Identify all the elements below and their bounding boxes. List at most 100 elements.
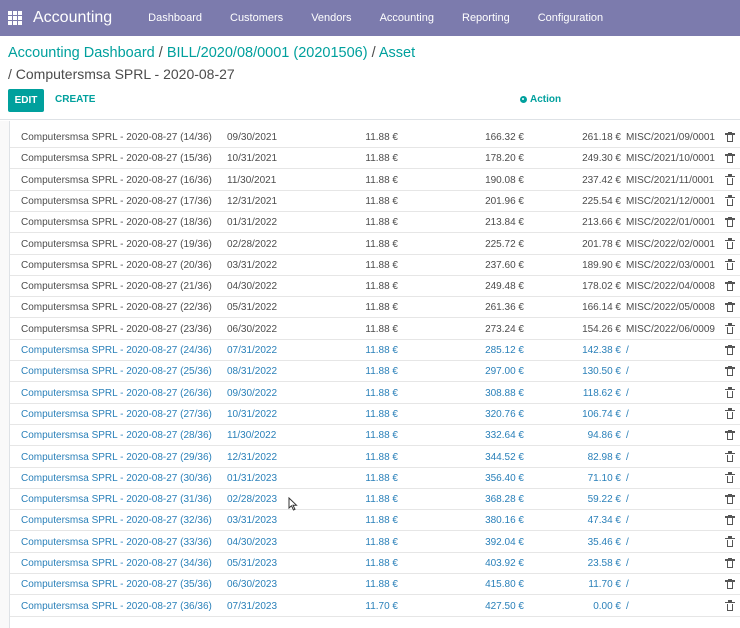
line-name: Computersmsa SPRL - 2020-08-27 (31/36) bbox=[21, 494, 212, 506]
line-journal-entry: / bbox=[626, 387, 629, 399]
table-row[interactable]: Computersmsa SPRL - 2020-08-27 (34/36) 05… bbox=[10, 553, 740, 574]
line-depreciation: 11.88 € bbox=[365, 238, 398, 250]
line-depreciation: 11.88 € bbox=[365, 387, 398, 399]
table-row[interactable]: Computersmsa SPRL - 2020-08-27 (23/36) 06… bbox=[10, 319, 740, 340]
line-name: Computersmsa SPRL - 2020-08-27 (18/36) bbox=[21, 217, 212, 229]
nav-dashboard[interactable]: Dashboard bbox=[134, 0, 216, 36]
table-row[interactable]: Computersmsa SPRL - 2020-08-27 (33/36) 04… bbox=[10, 532, 740, 553]
line-journal-entry: MISC/2022/06/0009 bbox=[626, 323, 715, 335]
trash-icon[interactable] bbox=[725, 472, 735, 483]
trash-icon[interactable] bbox=[725, 153, 735, 164]
line-name: Computersmsa SPRL - 2020-08-27 (15/36) bbox=[21, 153, 212, 165]
line-cumulative-depreciation: 249.48 € bbox=[485, 281, 524, 293]
gear-icon bbox=[520, 96, 527, 103]
nav-configuration[interactable]: Configuration bbox=[524, 0, 617, 36]
trash-icon[interactable] bbox=[725, 238, 735, 249]
table-row[interactable]: Computersmsa SPRL - 2020-08-27 (25/36) 08… bbox=[10, 361, 740, 383]
action-dropdown[interactable]: Action bbox=[520, 94, 561, 105]
line-date: 12/31/2022 bbox=[227, 451, 278, 463]
line-depreciation: 11.70 € bbox=[365, 600, 398, 612]
nav-reporting[interactable]: Reporting bbox=[448, 0, 524, 36]
table-row[interactable]: Computersmsa SPRL - 2020-08-27 (32/36) 03… bbox=[10, 510, 740, 532]
line-date: 06/30/2022 bbox=[227, 323, 278, 335]
trash-icon[interactable] bbox=[725, 217, 735, 228]
table-row[interactable]: Computersmsa SPRL - 2020-08-27 (36/36) 07… bbox=[10, 596, 740, 617]
line-date: 07/31/2022 bbox=[227, 345, 278, 356]
table-row[interactable]: Computersmsa SPRL - 2020-08-27 (19/36) 02… bbox=[10, 234, 740, 255]
table-row[interactable]: Computersmsa SPRL - 2020-08-27 (27/36) 10… bbox=[10, 404, 740, 425]
trash-icon[interactable] bbox=[725, 430, 735, 441]
trash-icon[interactable] bbox=[725, 174, 735, 185]
table-row[interactable]: Computersmsa SPRL - 2020-08-27 (16/36) 11… bbox=[10, 170, 740, 191]
trash-icon[interactable] bbox=[725, 451, 735, 462]
breadcrumb: Accounting Dashboard / BILL/2020/08/0001… bbox=[8, 45, 415, 61]
line-journal-entry: MISC/2022/02/0001 bbox=[626, 238, 715, 250]
create-button[interactable]: CREATE bbox=[55, 94, 95, 105]
line-depreciation: 11.88 € bbox=[365, 132, 398, 143]
trash-icon[interactable] bbox=[725, 280, 735, 292]
trash-icon[interactable] bbox=[725, 131, 735, 142]
line-cumulative-depreciation: 308.88 € bbox=[485, 387, 524, 399]
breadcrumb-asset[interactable]: Asset bbox=[379, 45, 415, 61]
line-depreciation: 11.88 € bbox=[365, 345, 398, 356]
line-name: Computersmsa SPRL - 2020-08-27 (19/36) bbox=[21, 238, 212, 250]
trash-icon[interactable] bbox=[725, 302, 735, 313]
nav-accounting[interactable]: Accounting bbox=[366, 0, 448, 36]
table-row[interactable]: Computersmsa SPRL - 2020-08-27 (29/36) 12… bbox=[10, 447, 740, 468]
trash-icon[interactable] bbox=[725, 366, 735, 377]
line-residual: 213.66 € bbox=[582, 217, 621, 229]
trash-icon[interactable] bbox=[725, 323, 735, 334]
table-row[interactable]: Computersmsa SPRL - 2020-08-27 (20/36) 03… bbox=[10, 255, 740, 276]
line-depreciation: 11.88 € bbox=[365, 430, 398, 442]
edit-button[interactable]: EDIT bbox=[8, 89, 44, 112]
table-row[interactable]: Computersmsa SPRL - 2020-08-27 (18/36) 01… bbox=[10, 212, 740, 234]
line-name: Computersmsa SPRL - 2020-08-27 (33/36) bbox=[21, 536, 212, 548]
line-name: Computersmsa SPRL - 2020-08-27 (23/36) bbox=[21, 323, 212, 335]
trash-icon[interactable] bbox=[725, 536, 735, 547]
line-name: Computersmsa SPRL - 2020-08-27 (35/36) bbox=[21, 579, 212, 591]
breadcrumb-bill[interactable]: BILL/2020/08/0001 (20201506) bbox=[167, 45, 368, 61]
nav-vendors[interactable]: Vendors bbox=[297, 0, 365, 36]
table-row[interactable]: Computersmsa SPRL - 2020-08-27 (24/36) 07… bbox=[10, 340, 740, 361]
trash-icon[interactable] bbox=[725, 344, 735, 355]
line-residual: 47.34 € bbox=[587, 515, 621, 527]
line-date: 07/31/2023 bbox=[227, 600, 278, 612]
app-name[interactable]: Accounting bbox=[33, 9, 112, 27]
nav-customers[interactable]: Customers bbox=[216, 0, 297, 36]
trash-icon[interactable] bbox=[725, 259, 735, 270]
line-name: Computersmsa SPRL - 2020-08-27 (28/36) bbox=[21, 430, 212, 442]
line-residual: 178.02 € bbox=[582, 281, 621, 293]
apps-menu-icon[interactable] bbox=[8, 11, 22, 25]
table-row[interactable]: Computersmsa SPRL - 2020-08-27 (21/36) 04… bbox=[10, 276, 740, 298]
line-name: Computersmsa SPRL - 2020-08-27 (16/36) bbox=[21, 174, 212, 186]
table-row[interactable]: Computersmsa SPRL - 2020-08-27 (28/36) 11… bbox=[10, 425, 740, 447]
line-cumulative-depreciation: 392.04 € bbox=[485, 536, 524, 548]
trash-icon[interactable] bbox=[725, 387, 735, 398]
line-residual: 59.22 € bbox=[587, 494, 621, 506]
trash-icon[interactable] bbox=[725, 408, 735, 419]
trash-icon[interactable] bbox=[725, 579, 735, 590]
trash-icon[interactable] bbox=[725, 493, 735, 505]
table-row[interactable]: Computersmsa SPRL - 2020-08-27 (31/36) 02… bbox=[10, 489, 740, 511]
table-row[interactable]: Computersmsa SPRL - 2020-08-27 (30/36) 01… bbox=[10, 468, 740, 489]
line-cumulative-depreciation: 261.36 € bbox=[485, 302, 524, 314]
table-row[interactable]: Computersmsa SPRL - 2020-08-27 (15/36) 10… bbox=[10, 148, 740, 170]
line-depreciation: 11.88 € bbox=[365, 366, 398, 378]
trash-icon[interactable] bbox=[725, 557, 735, 568]
table-row[interactable]: Computersmsa SPRL - 2020-08-27 (22/36) 05… bbox=[10, 297, 740, 319]
trash-icon[interactable] bbox=[725, 195, 735, 206]
table-row[interactable]: Computersmsa SPRL - 2020-08-27 (17/36) 12… bbox=[10, 191, 740, 212]
trash-icon[interactable] bbox=[725, 600, 735, 611]
line-name: Computersmsa SPRL - 2020-08-27 (30/36) bbox=[21, 472, 212, 484]
line-date: 01/31/2022 bbox=[227, 217, 278, 229]
trash-icon[interactable] bbox=[725, 515, 735, 526]
breadcrumb-accounting-dashboard[interactable]: Accounting Dashboard bbox=[8, 45, 155, 61]
table-row[interactable]: Computersmsa SPRL - 2020-08-27 (35/36) 06… bbox=[10, 574, 740, 596]
line-journal-entry: MISC/2021/12/0001 bbox=[626, 195, 715, 207]
table-row[interactable]: Computersmsa SPRL - 2020-08-27 (26/36) 09… bbox=[10, 383, 740, 404]
line-depreciation: 11.88 € bbox=[365, 323, 398, 335]
line-name: Computersmsa SPRL - 2020-08-27 (36/36) bbox=[21, 600, 212, 612]
line-name: Computersmsa SPRL - 2020-08-27 (26/36) bbox=[21, 387, 212, 399]
breadcrumb-separator: / bbox=[158, 45, 163, 61]
table-row[interactable]: Computersmsa SPRL - 2020-08-27 (14/36) 09… bbox=[10, 127, 740, 148]
